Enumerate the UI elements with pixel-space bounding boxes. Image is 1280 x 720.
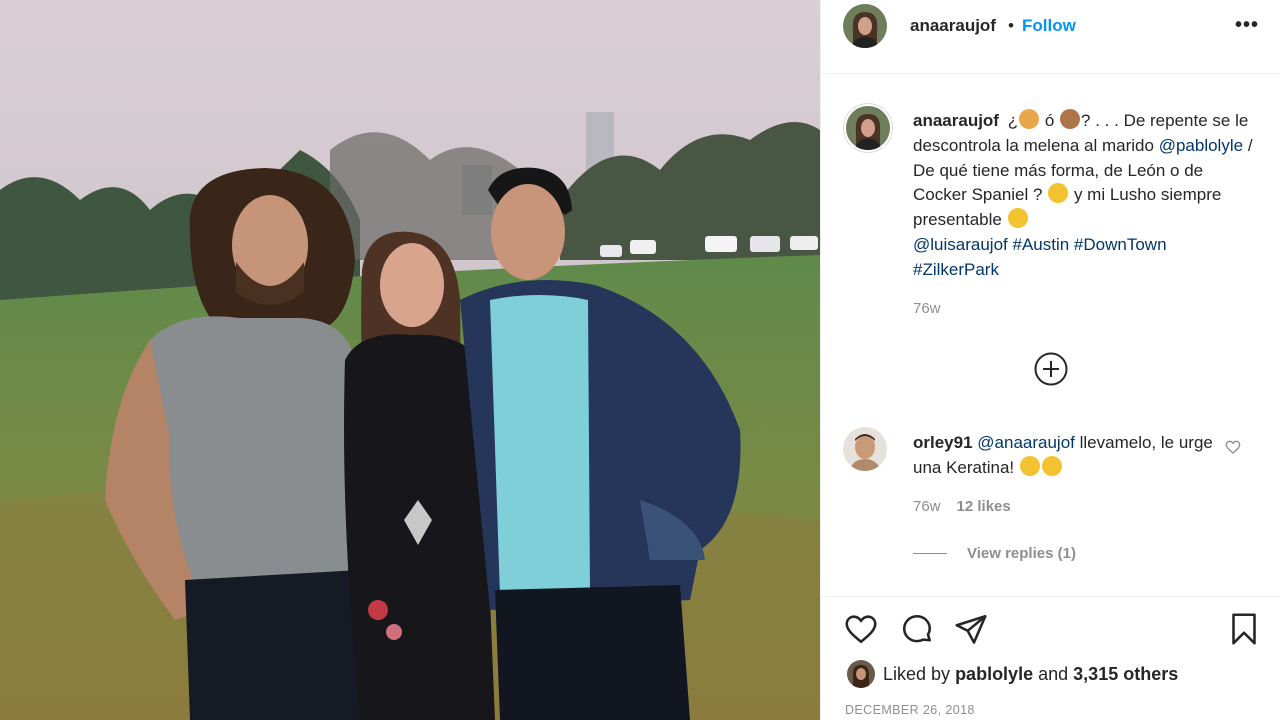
caption-timestamp[interactable]: 76w bbox=[913, 300, 941, 317]
caption-text-part: ¿ bbox=[1007, 111, 1019, 130]
lion-emoji bbox=[1019, 109, 1040, 129]
view-replies-line bbox=[913, 553, 947, 554]
comment-likes-count[interactable]: 12 likes bbox=[957, 498, 1011, 515]
follow-button[interactable]: Follow bbox=[1022, 16, 1076, 36]
woozy-emoji bbox=[1007, 208, 1028, 229]
liker-avatar[interactable] bbox=[847, 660, 875, 688]
comment-meta: 76w 12 likes bbox=[913, 498, 1011, 515]
mention-anaaraujof[interactable]: @anaaraujof bbox=[977, 433, 1075, 452]
liker-username[interactable]: pablolyle bbox=[955, 664, 1033, 685]
comment: orley91 @anaaraujof llevamelo, le urge u… bbox=[913, 431, 1213, 481]
liked-by-prefix: Liked by bbox=[883, 663, 951, 684]
save-bookmark-icon[interactable] bbox=[1226, 611, 1262, 652]
view-replies-label: View replies (1) bbox=[967, 545, 1076, 562]
hashtag-downtown[interactable]: #DownTown bbox=[1074, 235, 1167, 254]
joy-emoji bbox=[1041, 455, 1062, 476]
likes-summary: Liked by pablolyle and 3,315 others bbox=[847, 660, 1178, 688]
author-username[interactable]: anaaraujof bbox=[910, 16, 996, 36]
author-avatar[interactable] bbox=[843, 4, 887, 53]
post-header: anaaraujof • Follow ••• bbox=[821, 0, 1280, 74]
caption-avatar[interactable] bbox=[843, 103, 893, 153]
caption-text-part: ó bbox=[1044, 111, 1055, 130]
dog-emoji bbox=[1060, 109, 1081, 129]
mention-pablolyle[interactable]: @pablolyle bbox=[1159, 136, 1243, 155]
hashtag-austin[interactable]: #Austin bbox=[1012, 235, 1069, 254]
comment-like-heart-icon[interactable] bbox=[1225, 439, 1241, 460]
header-separator: • bbox=[1008, 16, 1014, 35]
comments-section: anaaraujof ¿ ó ? . . . De repente se le … bbox=[821, 75, 1280, 595]
likes-others-count[interactable]: 3,315 others bbox=[1073, 664, 1178, 685]
post-date[interactable]: DECEMBER 26, 2018 bbox=[845, 703, 975, 717]
post-photo[interactable] bbox=[0, 0, 820, 720]
photo-illustration bbox=[0, 0, 820, 720]
mention-luisaraujof[interactable]: @luisaraujof bbox=[913, 235, 1008, 254]
comment-bubble-icon[interactable] bbox=[899, 611, 935, 652]
hashtag-zilkerpark[interactable]: #ZilkerPark bbox=[913, 260, 999, 279]
commenter-username[interactable]: orley91 bbox=[913, 433, 973, 452]
plus-circle-icon bbox=[1034, 352, 1068, 386]
joy-emoji bbox=[1019, 455, 1040, 476]
post-side-panel: anaaraujof • Follow ••• anaaraujof ¿ ó ?… bbox=[820, 0, 1280, 720]
caption-username[interactable]: anaaraujof bbox=[913, 111, 999, 130]
thinking-emoji bbox=[1048, 183, 1069, 204]
like-heart-icon[interactable] bbox=[843, 611, 879, 652]
post-actions: Liked by pablolyle and 3,315 others DECE… bbox=[821, 596, 1280, 720]
caption: anaaraujof ¿ ó ? . . . De repente se le … bbox=[913, 109, 1253, 283]
comment-timestamp[interactable]: 76w bbox=[913, 498, 941, 515]
commenter-avatar[interactable] bbox=[843, 427, 887, 471]
load-more-comments-button[interactable] bbox=[1033, 351, 1069, 387]
liked-by-and: and bbox=[1038, 663, 1069, 684]
view-replies-button[interactable]: View replies (1) bbox=[913, 545, 1076, 562]
share-paper-plane-icon[interactable] bbox=[953, 611, 989, 652]
more-options-icon[interactable]: ••• bbox=[1235, 14, 1259, 37]
